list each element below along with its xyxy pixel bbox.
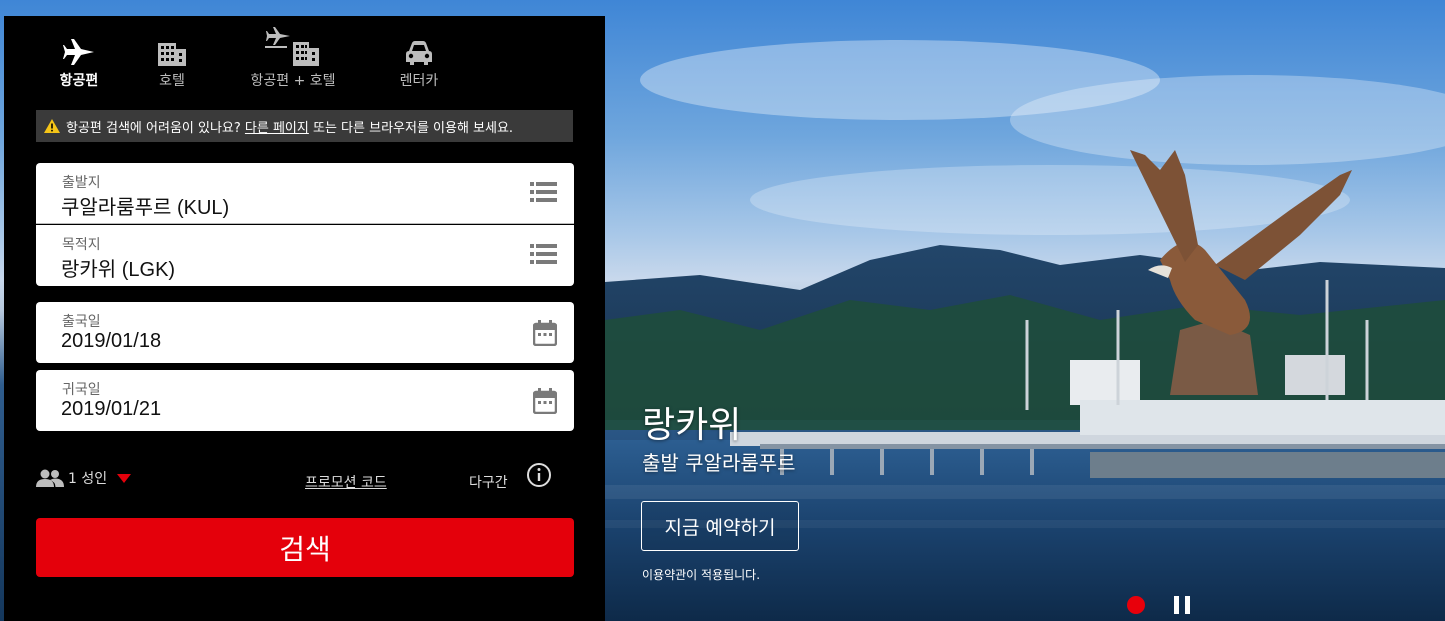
- origin-field[interactable]: 출발지 쿠알라룸푸르 (KUL): [36, 163, 574, 224]
- depart-date-value[interactable]: 2019/01/18: [61, 330, 161, 353]
- passenger-selector[interactable]: 1 성인: [36, 468, 132, 488]
- notice-bar: 항공편 검색에 어려움이 있나요? 다른 페이지 또는 다른 브라우저를 이용해…: [36, 110, 573, 142]
- promo-code-link[interactable]: 프로모션 코드: [305, 472, 387, 492]
- return-date-value[interactable]: 2019/01/21: [61, 398, 161, 421]
- depart-date-label: 출국일: [62, 314, 101, 330]
- hero-caption: 랑카위 출발 쿠알라룸푸르: [642, 404, 796, 476]
- notice-text-after: 또는 다른 브라우저를 이용해 보세요.: [313, 120, 514, 136]
- info-icon[interactable]: [526, 462, 552, 488]
- calendar-icon[interactable]: [533, 388, 557, 414]
- hotel-icon: [158, 43, 186, 66]
- tab-flight-hotel[interactable]: 항공편 + 호텔: [238, 16, 348, 106]
- chevron-down-icon: [117, 473, 132, 483]
- list-icon[interactable]: [530, 243, 557, 265]
- book-now-button[interactable]: 지금 예약하기: [641, 501, 799, 551]
- destination-value[interactable]: 랑카위 (LGK): [61, 253, 175, 282]
- terms-text: 이용약관이 적용됩니다.: [642, 568, 761, 582]
- origin-value[interactable]: 쿠알라룸푸르 (KUL): [61, 191, 229, 220]
- tab-car-rental-label: 렌터카: [399, 73, 439, 89]
- product-tabs: 항공편 호텔 항공편 + 호텔 렌터카: [4, 16, 605, 106]
- car-icon: [406, 41, 432, 65]
- notice-link-other-page[interactable]: 다른 페이지: [245, 117, 309, 136]
- hero-title: 랑카위: [642, 405, 742, 446]
- airplane-icon: [63, 39, 94, 65]
- destination-label: 목적지: [62, 237, 101, 253]
- booking-panel: 항공편 호텔 항공편 + 호텔 렌터카 항공편 검색에 어려움이 있나요? 다른…: [4, 16, 605, 621]
- return-date-field[interactable]: 귀국일 2019/01/21: [36, 370, 574, 431]
- list-icon[interactable]: [530, 181, 557, 203]
- passenger-count: 1 성인: [68, 471, 108, 487]
- search-options-row: 1 성인 프로모션 코드 다구간: [36, 462, 576, 498]
- multi-city-link[interactable]: 다구간: [469, 472, 508, 492]
- tab-flights-label: 항공편: [59, 73, 99, 89]
- tab-flights[interactable]: 항공편: [44, 16, 114, 106]
- slide-indicator-dot[interactable]: [1127, 596, 1145, 614]
- flight-hotel-icon: [265, 27, 319, 66]
- tab-flight-hotel-label: 항공편 + 호텔: [250, 73, 336, 89]
- return-date-label: 귀국일: [62, 382, 101, 398]
- pause-icon-bar-left: [1174, 596, 1179, 614]
- pause-icon-bar-right: [1185, 596, 1190, 614]
- warning-icon: [44, 119, 60, 133]
- people-icon: [36, 469, 64, 487]
- pause-button[interactable]: [1174, 596, 1190, 614]
- tab-hotel-label: 호텔: [159, 73, 185, 89]
- destination-field[interactable]: 목적지 랑카위 (LGK): [36, 225, 574, 286]
- tab-hotel[interactable]: 호텔: [144, 16, 200, 106]
- depart-date-field[interactable]: 출국일 2019/01/18: [36, 302, 574, 363]
- hero-subtitle: 출발 쿠알라룸푸르: [642, 451, 796, 475]
- calendar-icon[interactable]: [533, 320, 557, 346]
- search-button[interactable]: 검색: [36, 518, 574, 577]
- origin-label: 출발지: [62, 175, 101, 191]
- notice-text-before: 항공편 검색에 어려움이 있나요?: [66, 120, 241, 136]
- tab-car-rental[interactable]: 렌터카: [388, 16, 450, 106]
